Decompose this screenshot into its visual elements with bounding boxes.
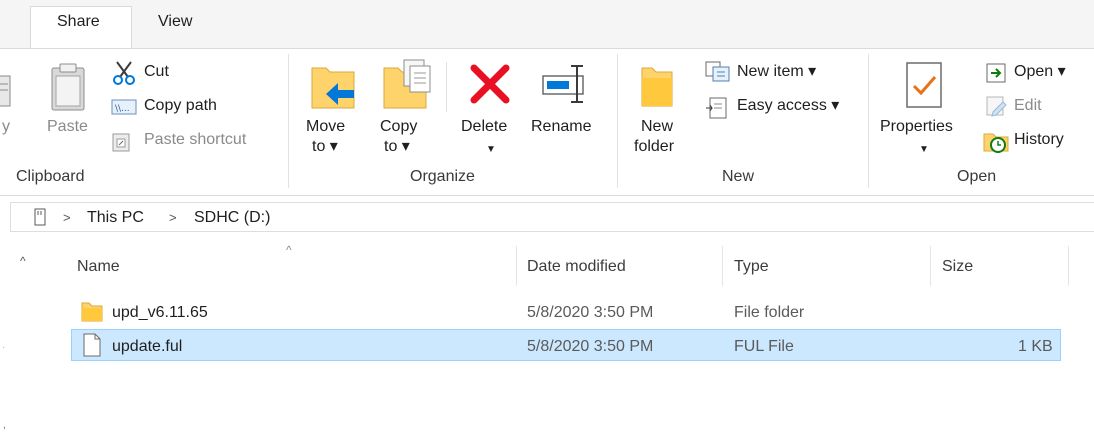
breadcrumb-this-pc[interactable]: This PC: [87, 209, 144, 227]
column-divider[interactable]: [930, 246, 931, 286]
copy-path-icon: \\...: [111, 99, 137, 115]
cut-label: Cut: [144, 63, 169, 80]
svg-text:\\...: \\...: [115, 104, 130, 114]
nav-pane-marker: ·: [2, 342, 6, 353]
file-icon: [83, 333, 101, 357]
delete-label: Delete: [461, 118, 508, 135]
column-header-type[interactable]: Type: [734, 258, 769, 276]
tab-view[interactable]: View: [158, 13, 192, 31]
clipboard-partial-label: y: [2, 118, 10, 135]
column-divider[interactable]: [516, 246, 517, 286]
column-divider[interactable]: [1068, 246, 1069, 286]
column-header-size[interactable]: Size: [942, 258, 973, 276]
file-date: 5/8/2020 3:50 PM: [527, 304, 654, 321]
edit-icon: [986, 96, 1007, 117]
new-folder-label-1: New: [641, 118, 674, 135]
new-group-label: New: [722, 168, 755, 185]
file-type: File folder: [734, 304, 805, 321]
breadcrumb-sdhc[interactable]: SDHC (D:): [194, 209, 270, 227]
properties-dropdown-caret[interactable]: ▼: [919, 140, 929, 160]
sd-card-icon: [34, 208, 46, 226]
scroll-up-chevron-icon[interactable]: ^: [20, 254, 26, 268]
paste-icon: [51, 63, 85, 111]
ribbon-separator: [868, 54, 869, 188]
open-label: Open ▾: [1014, 63, 1066, 80]
paste-shortcut-icon: [112, 133, 130, 152]
ribbon-separator: [617, 54, 618, 188]
open-group-label: Open: [957, 168, 997, 185]
rename-icon: [542, 65, 584, 103]
ribbon-tab-bar: Share View: [0, 0, 1094, 48]
folder-icon: [81, 302, 103, 322]
clipboard-group-label: Clipboard: [16, 168, 85, 185]
sort-ascending-icon: ^: [286, 243, 292, 257]
nav-pane-marker: ,: [3, 420, 6, 431]
organize-inner-separator: [446, 62, 447, 112]
column-divider[interactable]: [722, 246, 723, 286]
move-to-label-2: to ▾: [312, 138, 338, 155]
file-name[interactable]: upd_v6.11.65: [112, 304, 208, 322]
file-name[interactable]: update.ful: [112, 338, 182, 356]
history-label: History: [1014, 131, 1064, 148]
file-size: 1 KB: [1018, 338, 1053, 355]
rename-label: Rename: [531, 118, 592, 135]
paste-shortcut-label: Paste shortcut: [144, 131, 247, 148]
scissors-icon: [113, 61, 135, 85]
paste-label: Paste: [47, 118, 88, 135]
delete-dropdown-caret[interactable]: ▼: [486, 140, 496, 160]
easy-access-icon: [706, 97, 727, 119]
copy-to-icon: [383, 59, 431, 109]
copy-to-label-2: to ▾: [384, 138, 410, 155]
properties-label: Properties: [880, 118, 953, 135]
file-type: FUL File: [734, 338, 794, 355]
move-to-icon: [311, 67, 355, 109]
history-icon: [983, 133, 1009, 153]
organize-group-label: Organize: [410, 168, 475, 185]
ribbon-separator: [288, 54, 289, 188]
edit-label: Edit: [1014, 97, 1042, 114]
column-header-name[interactable]: Name: [77, 258, 120, 276]
address-bar[interactable]: > This PC > SDHC (D:): [0, 198, 1094, 236]
breadcrumb-chevron-icon[interactable]: >: [169, 210, 177, 225]
new-folder-icon: [641, 67, 673, 107]
copy-to-label-1: Copy: [380, 118, 418, 135]
new-item-label: New item ▾: [737, 63, 817, 80]
breadcrumb-chevron-icon[interactable]: >: [63, 210, 71, 225]
tab-share[interactable]: Share: [57, 13, 100, 31]
copy-path-label: Copy path: [144, 97, 217, 114]
properties-icon: [906, 62, 942, 108]
delete-icon: [470, 64, 510, 104]
open-icon: [986, 63, 1006, 83]
new-item-icon: [705, 61, 730, 82]
column-header-date-modified[interactable]: Date modified: [527, 258, 626, 276]
move-to-label-1: Move: [306, 118, 346, 135]
clipboard-partial-icon: [0, 75, 11, 107]
new-folder-label-2: folder: [634, 138, 675, 155]
file-date: 5/8/2020 3:50 PM: [527, 338, 654, 355]
easy-access-label: Easy access ▾: [737, 97, 840, 114]
